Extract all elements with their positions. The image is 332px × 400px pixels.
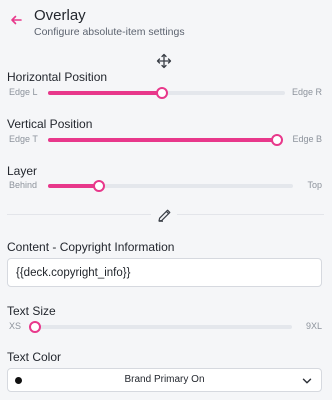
text-size-min-label: XS — [9, 321, 22, 331]
horizontal-min-label: Edge L — [9, 87, 38, 97]
text-color-label: Text Color — [7, 350, 62, 364]
vertical-position-label: Vertical Position — [7, 117, 93, 131]
text-size-slider-thumb[interactable] — [29, 321, 41, 333]
back-button[interactable] — [8, 12, 24, 28]
panel-header: Overlay Configure absolute-item settings — [0, 0, 332, 46]
text-color-selected-value: Brand Primary On — [124, 374, 205, 385]
text-size-slider-track[interactable] — [29, 321, 292, 333]
section-divider-left — [7, 214, 151, 215]
vertical-position-slider: Edge T Edge B — [0, 132, 332, 148]
content-label: Content - Copyright Information — [7, 240, 175, 254]
horizontal-slider-fill — [48, 91, 162, 95]
layer-slider-fill — [48, 184, 100, 188]
section-divider-right — [177, 214, 324, 215]
text-size-slider: XS 9XL — [0, 319, 332, 335]
chevron-down-icon — [301, 375, 313, 387]
panel-subtitle: Configure absolute-item settings — [34, 26, 185, 38]
layer-label: Layer — [7, 164, 38, 178]
text-color-select[interactable]: Brand Primary On — [7, 368, 322, 392]
text-size-max-label: 9XL — [305, 321, 322, 331]
layer-slider-track[interactable] — [48, 180, 293, 192]
horizontal-slider-track[interactable] — [48, 87, 285, 99]
vertical-slider-thumb[interactable] — [271, 134, 283, 146]
horizontal-position-slider: Edge L Edge R — [0, 85, 332, 101]
move-arrows-icon — [155, 52, 173, 70]
layer-max-label: Top — [307, 180, 322, 190]
text-size-label: Text Size — [7, 304, 56, 318]
layer-min-label: Behind — [9, 180, 38, 190]
vertical-slider-fill — [48, 138, 277, 142]
vertical-min-label: Edge T — [9, 134, 38, 144]
layer-slider-thumb[interactable] — [93, 180, 106, 192]
horizontal-max-label: Edge R — [291, 87, 322, 97]
horizontal-position-label: Horizontal Position — [7, 70, 108, 84]
vertical-max-label: Edge B — [292, 134, 322, 144]
pencil-icon — [155, 206, 173, 224]
layer-slider: Behind Top — [0, 178, 332, 194]
vertical-slider-track[interactable] — [48, 134, 283, 146]
copyright-content-input[interactable] — [7, 258, 322, 287]
arrow-left-icon — [11, 15, 22, 25]
horizontal-slider-thumb[interactable] — [155, 87, 168, 99]
panel-title: Overlay — [34, 7, 86, 24]
